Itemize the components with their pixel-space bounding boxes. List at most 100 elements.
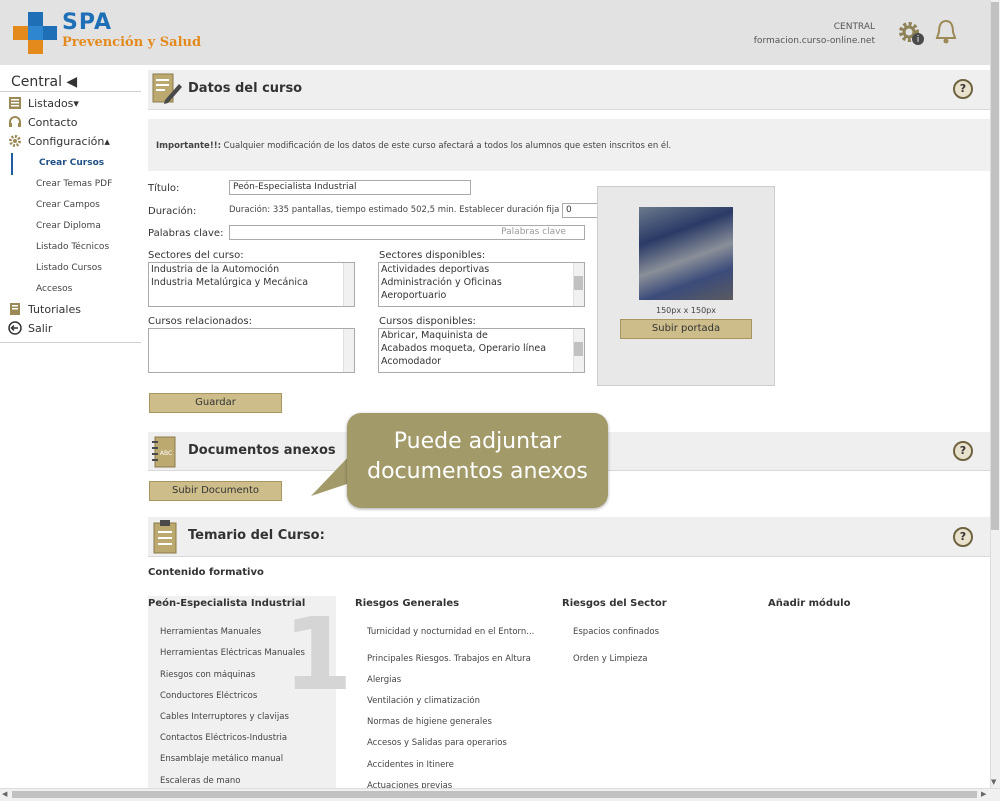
list-scrollbar-thumb[interactable] [574,342,583,356]
topic-item[interactable]: Cables Interruptores y clavijas [160,712,289,722]
topic-item[interactable]: Contactos Eléctricos-Industria [160,733,287,743]
sidebar-divider [0,342,141,343]
settings-gear-icon[interactable]: i [897,20,925,46]
sidebar-sub-crear-campos[interactable]: Crear Campos [36,200,100,210]
course-cover-image [639,207,733,300]
topic-item[interactable]: Actuaciones previas [367,781,452,788]
module-title[interactable]: Riesgos del Sector [562,598,667,609]
topic-item[interactable]: Turnicidad y nocturnidad en el Entorn... [367,627,547,637]
titulo-input[interactable]: Peón-Especialista Industrial [229,180,471,195]
list-item[interactable]: Aeroportuario [379,289,584,302]
list-item[interactable]: Actividades deportivas [379,263,584,276]
topic-item[interactable]: Normas de higiene generales [367,717,492,727]
topic-item[interactable]: Espacios confinados [573,627,659,637]
topic-item[interactable]: Ventilación y climatización [367,696,480,706]
sidebar-sub-listado-cursos[interactable]: Listado Cursos [36,263,102,273]
callout-line-1: Puede adjuntar [393,429,562,454]
sidebar-sub-listado-tecnicos[interactable]: Listado Técnicos [36,242,109,252]
help-symbol: ? [955,443,971,459]
module-title[interactable]: Peón-Especialista Industrial [148,598,305,609]
sidebar-sub-crear-cursos[interactable]: Crear Cursos [39,158,104,168]
section-title-datos: Datos del curso [188,81,303,96]
cursos-rel-label: Cursos relacionados: [148,316,253,327]
help-icon[interactable]: ? [953,79,973,99]
module-title[interactable]: Riesgos Generales [355,598,459,609]
list-item[interactable]: Administración y Oficinas [379,276,584,289]
notifications-bell-icon[interactable] [934,18,958,46]
horizontal-scrollbar-thumb[interactable] [12,791,977,798]
sectores-disp-label: Sectores disponibles: [379,250,486,261]
palabras-input[interactable]: Palabras clave [229,225,585,240]
list-item[interactable]: Acomodador [379,355,584,368]
palabras-label: Palabras clave: [148,228,224,239]
sidebar-item-salir[interactable]: Salir [8,321,52,335]
user-center: CENTRAL [833,22,875,32]
headset-icon [9,116,21,127]
cursos-disp-list[interactable]: Abricar, Maquinista de Acabados moqueta,… [378,328,585,373]
list-item[interactable]: Industria Metalúrgica y Mecánica [149,276,354,289]
sectores-curso-label: Sectores del curso: [148,250,244,261]
list-scrollbar[interactable] [343,329,354,372]
sectores-disp-list[interactable]: Actividades deportivas Administración y … [378,262,585,307]
duracion-label: Duración: [148,206,197,217]
warning-strong: Importante!!: [156,141,221,151]
upload-cover-button[interactable]: Subir portada [620,319,752,339]
clipboard-list-icon [153,520,177,554]
topic-item[interactable]: Herramientas Manuales [160,627,261,637]
topic-item[interactable]: Orden y Limpieza [573,654,648,664]
topic-item[interactable]: Alergias [367,675,401,685]
titulo-label: Título: [148,183,180,194]
topic-item[interactable]: Accesos y Salidas para operarios [367,738,507,748]
sidebar-title[interactable]: Central ◀ [11,74,77,90]
warning-body: Cualquier modificación de los datos de e… [220,141,672,151]
scroll-right-arrow-icon[interactable]: ▶ [981,790,986,798]
svg-text:ABC: ABC [160,450,172,457]
cursos-rel-list[interactable] [148,328,355,373]
topic-item[interactable]: Accidentes in Itinere [367,760,454,770]
sidebar-item-label: Listados▾ [28,96,79,110]
active-indicator [11,153,13,175]
sidebar-item-contacto[interactable]: Contacto [8,115,78,129]
sidebar-sub-crear-diploma[interactable]: Crear Diploma [36,221,101,231]
help-icon[interactable]: ? [953,527,973,547]
sidebar-sub-crear-temas-pdf[interactable]: Crear Temas PDF [36,179,112,189]
list-item[interactable]: Acabados moqueta, Operario línea [379,342,584,355]
list-item[interactable]: Abricar, Maquinista de [379,329,584,342]
brand-tagline: Prevención y Salud [62,35,202,50]
svg-text:i: i [917,35,920,45]
sidebar-item-listados[interactable]: Listados▾ [8,96,79,110]
topic-item[interactable]: Principales Riesgos. Trabajos en Altura [367,654,531,664]
sectores-curso-list[interactable]: Industria de la Automoción Industria Met… [148,262,355,307]
upload-document-button[interactable]: Subir Documento [149,481,282,501]
sidebar-sub-accesos[interactable]: Accesos [36,284,72,294]
sidebar-item-label: Salir [28,321,53,335]
sidebar-item-configuracion[interactable]: Configuración▴ [8,134,110,148]
help-symbol: ? [955,81,971,97]
sidebar-divider [0,91,141,92]
save-button[interactable]: Guardar [149,393,282,413]
help-icon[interactable]: ? [953,441,973,461]
list-scrollbar-thumb[interactable] [574,276,583,290]
exit-icon [8,321,22,335]
add-module-button[interactable]: Añadir módulo [768,598,850,609]
callout-text: Puede adjuntar documentos anexos [347,427,608,487]
list-scrollbar[interactable] [343,263,354,306]
scroll-left-arrow-icon[interactable]: ◀ [2,790,7,798]
notebook-icon: ABC [152,436,176,468]
section-title-temario: Temario del Curso: [188,528,325,543]
topic-item[interactable]: Riesgos con máquinas [160,670,255,680]
topic-item[interactable]: Ensamblaje metálico manual [160,754,283,764]
scroll-down-arrow-icon[interactable]: ▼ [991,778,996,786]
vertical-scrollbar-thumb[interactable] [991,2,999,530]
topic-item[interactable]: Escaleras de mano [160,776,241,786]
duracion-input[interactable]: 0 [562,203,598,218]
list-item[interactable]: Industria de la Automoción [149,263,354,276]
content-label: Contenido formativo [148,567,264,578]
cover-size-text: 150px x 150px [656,306,716,315]
topic-item[interactable]: Herramientas Eléctricas Manuales [160,648,305,658]
edit-document-icon [152,73,182,104]
warning-text: Importante!!: Cualquier modificación de … [156,141,671,151]
cursos-disp-label: Cursos disponibles: [379,316,476,327]
sidebar-item-tutoriales[interactable]: Tutoriales [8,302,81,316]
topic-item[interactable]: Conductores Eléctricos [160,691,257,701]
